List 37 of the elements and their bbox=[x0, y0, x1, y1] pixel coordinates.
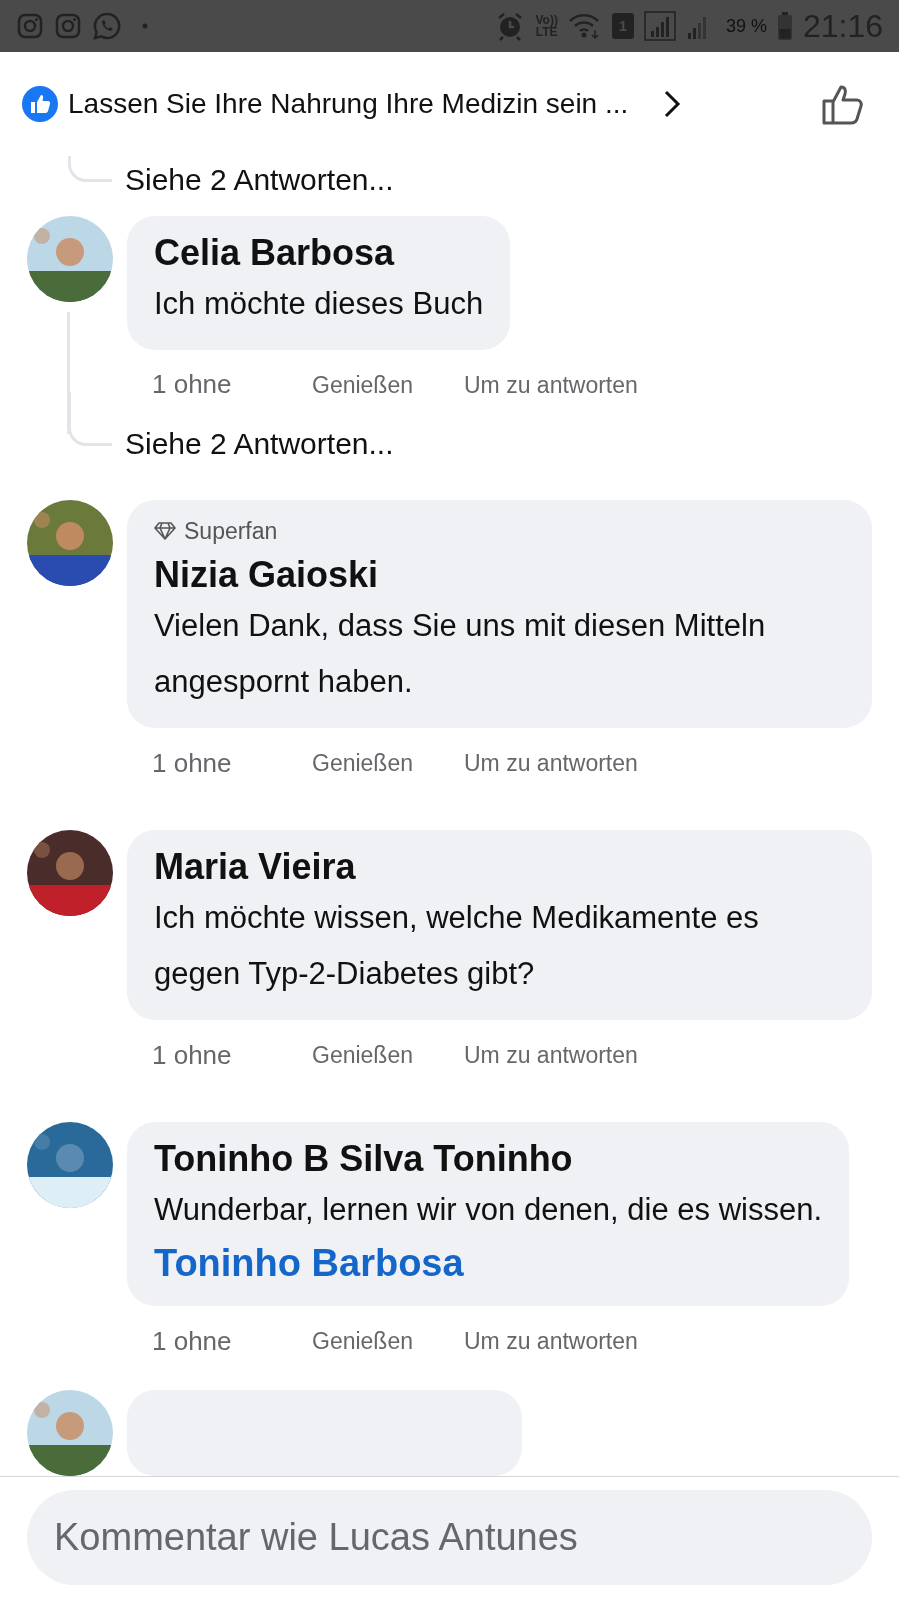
comment-text: Wunderbar, lernen wir von denen, die es wissen. bbox=[154, 1191, 823, 1229]
reaction-count[interactable]: 1 ohne bbox=[152, 743, 312, 783]
reply-link[interactable]: Um zu antworten bbox=[464, 1323, 638, 1359]
like-link[interactable]: Genießen bbox=[312, 367, 464, 402]
post-title[interactable]: Lassen Sie Ihre Nahrung Ihre Medizin sein ... bbox=[68, 83, 629, 125]
dot-icon bbox=[140, 21, 150, 31]
author-name[interactable]: Toninho B Silva Toninho bbox=[154, 1136, 573, 1182]
reaction-count[interactable]: 1 ohne bbox=[152, 1035, 312, 1075]
like-link[interactable]: Genießen bbox=[312, 1037, 464, 1073]
comment-text: Ich möchte dieses Buch bbox=[154, 284, 484, 323]
like-link[interactable]: Genießen bbox=[312, 1323, 464, 1359]
battery-percent: 39 % bbox=[725, 14, 767, 38]
camera-icon bbox=[16, 12, 44, 40]
diamond-icon bbox=[154, 521, 176, 540]
see-replies-link[interactable]: Siehe 2 Antworten... bbox=[125, 157, 394, 203]
author-name[interactable]: Celia Barbosa bbox=[154, 229, 395, 276]
chevron-right-icon[interactable] bbox=[662, 89, 683, 119]
reply-link[interactable]: Um zu antworten bbox=[464, 1037, 638, 1073]
reply-link[interactable]: Um zu antworten bbox=[464, 367, 638, 402]
mention-link[interactable]: Toninho Barbosa bbox=[154, 1238, 464, 1288]
author-name[interactable]: Maria Vieira bbox=[154, 844, 356, 890]
camera-icon bbox=[54, 12, 82, 40]
see-replies-link[interactable]: Siehe 2 Antworten... bbox=[125, 421, 394, 467]
signal-icon bbox=[643, 11, 676, 41]
reaction-count[interactable]: 1 ohne bbox=[152, 1321, 312, 1361]
wifi-icon bbox=[567, 12, 602, 40]
fan-label: Superfan bbox=[184, 516, 278, 546]
reply-link[interactable]: Um zu antworten bbox=[464, 745, 638, 781]
comment-text: Vielen Dank, dass Sie uns mit diesen Mitteln angespornt haben. bbox=[154, 607, 767, 701]
comment-input-field[interactable]: Kommentar wie Lucas Antunes bbox=[27, 1490, 872, 1585]
comment-text: Ich möchte wissen, welche Medikamente es gegen Typ-2-Diabetes gibt? bbox=[154, 899, 760, 993]
chat-bubble-icon bbox=[92, 11, 122, 41]
battery-icon bbox=[776, 11, 793, 41]
reaction-count[interactable]: 1 ohne bbox=[152, 365, 312, 405]
author-name[interactable]: Nizia Gaioski bbox=[154, 552, 379, 598]
like-link[interactable]: Genießen bbox=[312, 745, 464, 781]
like-reaction-icon bbox=[22, 86, 58, 122]
